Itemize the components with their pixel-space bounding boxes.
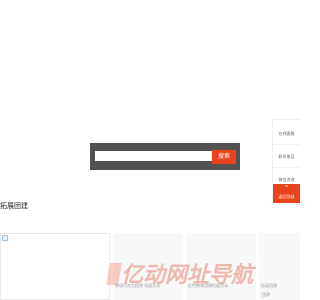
card-3-caption[interactable]: 拓展团建	[261, 283, 300, 289]
search-input[interactable]	[95, 151, 213, 161]
featured-card[interactable]	[0, 233, 110, 300]
side-item-online-service[interactable]: 在线客服	[273, 124, 300, 145]
card-3-caption-line2: 团建	[262, 292, 270, 297]
search-box: 搜索	[90, 143, 240, 170]
card-1-caption[interactable]: 铁塔巧克力团建 拓展活动	[115, 283, 181, 289]
search-button[interactable]: 搜索	[212, 150, 236, 164]
back-to-top-label: 返回顶部	[278, 194, 295, 199]
card-3[interactable]	[259, 233, 300, 300]
back-to-top-button[interactable]: ⌃ 返回顶部	[273, 184, 300, 203]
side-item-phone[interactable]: 联系电话	[273, 147, 300, 168]
chevron-up-icon: ⌃	[283, 185, 290, 192]
broken-image-icon	[2, 235, 8, 241]
card-2-caption[interactable]: 红色教育团建拓展活动	[188, 283, 254, 289]
section-title: 拓展团建	[0, 203, 28, 210]
